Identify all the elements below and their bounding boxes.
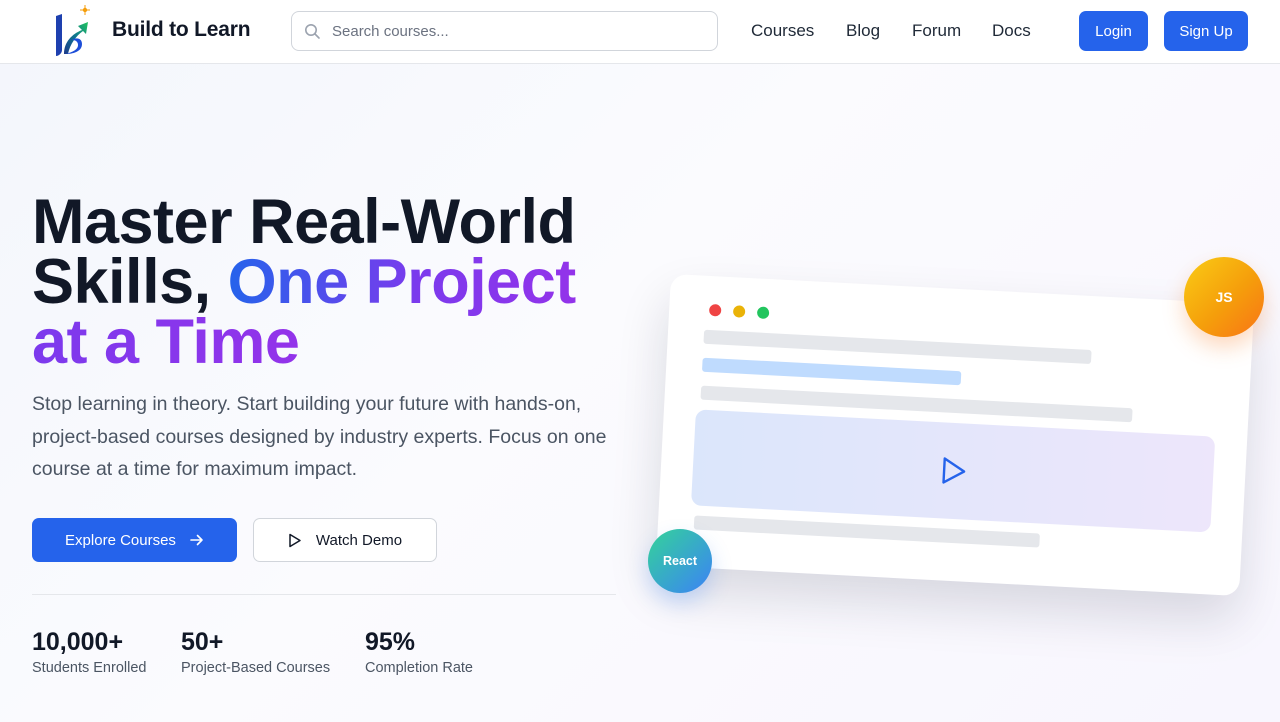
stat-label: Students Enrolled: [32, 660, 147, 676]
stat-label: Project-Based Courses: [181, 660, 331, 676]
stat-label: Completion Rate: [365, 660, 473, 676]
brand-name[interactable]: Build to Learn: [112, 18, 251, 42]
hero-subtitle: Stop learning in theory. Start building …: [32, 393, 607, 480]
react-badge: React: [648, 529, 712, 593]
search-icon: [305, 24, 320, 39]
stat-value: 50+: [181, 628, 224, 656]
video-preview: [690, 409, 1216, 533]
logo-icon[interactable]: [52, 4, 92, 58]
search-box[interactable]: [291, 11, 718, 51]
play-icon: [942, 457, 966, 484]
course-preview-window: [655, 273, 1255, 597]
nav-link-forum[interactable]: Forum: [912, 21, 961, 41]
hero-title-line-3: at a Time: [32, 307, 300, 377]
explore-courses-label: Explore Courses: [65, 531, 176, 549]
search-input[interactable]: [332, 12, 702, 50]
explore-courses-button[interactable]: Explore Courses: [32, 518, 237, 562]
stat-value: 95%: [365, 628, 416, 656]
signup-button[interactable]: Sign Up: [1164, 11, 1248, 51]
top-nav: Build to Learn Courses Blog Forum Docs L…: [0, 0, 1280, 64]
window-dot-green: [756, 306, 770, 320]
watch-demo-label: Watch Demo: [315, 531, 403, 549]
arrow-right-icon: [190, 534, 203, 546]
login-button[interactable]: Login: [1079, 11, 1148, 51]
placeholder-line: [703, 329, 1092, 365]
stat-value: 10,000+: [32, 628, 124, 656]
hero-title-line-1: Master Real-World: [32, 187, 576, 257]
placeholder-line-highlight: [701, 357, 962, 386]
window-dot-yellow: [732, 305, 746, 318]
watch-demo-button[interactable]: Watch Demo: [253, 518, 437, 562]
nav-link-blog[interactable]: Blog: [846, 21, 880, 41]
stats-divider: [32, 594, 616, 595]
js-badge: JS: [1184, 257, 1264, 337]
nav-link-courses[interactable]: Courses: [751, 21, 814, 41]
play-icon: [289, 533, 301, 547]
window-dot-red: [708, 303, 722, 317]
hero-title-line-2: Skills, One Project: [32, 249, 576, 315]
nav-link-docs[interactable]: Docs: [992, 21, 1031, 41]
